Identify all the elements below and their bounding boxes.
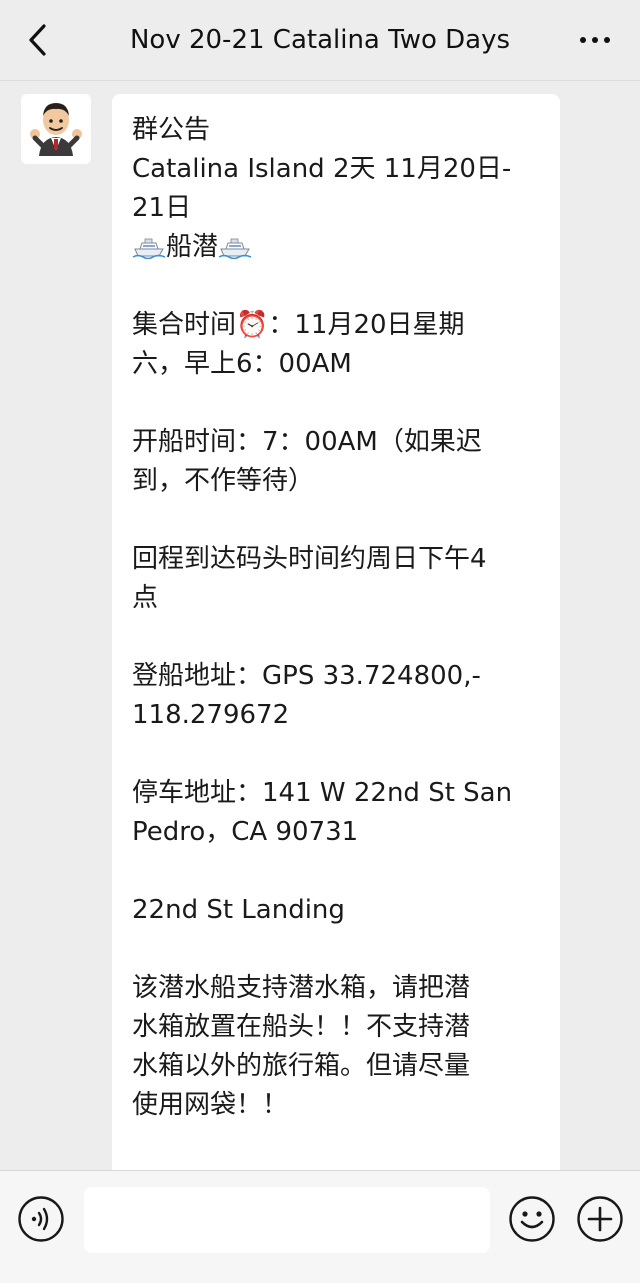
emoji-button[interactable] [508, 1195, 556, 1243]
ship-icon [218, 238, 252, 259]
smiley-icon [509, 1196, 555, 1242]
message-line: 21日 [132, 193, 192, 223]
message-line: 22nd St Landing [132, 895, 345, 925]
back-button[interactable] [18, 18, 58, 62]
message-line: 群公告 [132, 115, 211, 145]
message-line: 登船地址：GPS 33.724800,- [132, 661, 481, 691]
message-line: 回程到达码头时间约周日下午4 [132, 544, 487, 574]
message-line: Pedro，CA 90731 [132, 817, 359, 847]
voice-icon [18, 1196, 64, 1242]
boat-dive-label: 船潜 [166, 232, 219, 262]
announcement-message[interactable]: 群公告 Catalina Island 2天 11月20日- 21日 船潜 集合… [112, 94, 560, 1170]
message-line: 六，早上6：00AM [132, 349, 352, 379]
more-button[interactable] [570, 22, 620, 58]
message-line: 118.279672 [132, 700, 290, 730]
message-list[interactable]: 群公告 Catalina Island 2天 11月20日- 21日 船潜 集合… [0, 80, 640, 1170]
input-bar [0, 1170, 640, 1283]
chat-title: Nov 20-21 Catalina Two Days [129, 25, 511, 55]
message-line: 水箱以外的旅行箱。但请尽量 [132, 1051, 471, 1081]
message-input[interactable] [84, 1187, 490, 1253]
message-line: 该潜水船支持潜水箱，请把潜 [132, 973, 471, 1003]
chat-header: Nov 20-21 Catalina Two Days [0, 0, 640, 81]
ship-icon [132, 238, 166, 259]
message-line: 开船时间：7：00AM（如果迟 [132, 427, 482, 457]
message-line: 到，不作等待） [132, 466, 315, 496]
more-functions-button[interactable] [576, 1195, 624, 1243]
cartoon-man-avatar-icon [21, 94, 91, 164]
message-line: 点 [132, 583, 159, 613]
chevron-left-icon [29, 24, 46, 56]
message-line: Catalina Island 2天 11月20日- [132, 154, 512, 184]
voice-button[interactable] [17, 1195, 65, 1243]
message-line: 水箱放置在船头！！不支持潜 [132, 1012, 471, 1042]
more-dots-icon [580, 37, 586, 43]
message-line-boat: 船潜 [132, 228, 540, 267]
message-line: 使用网袋！！ [132, 1090, 289, 1120]
message-line: 集合时间⏰：11月20日星期 [132, 310, 465, 340]
plus-circle-icon [577, 1196, 623, 1242]
avatar[interactable] [21, 94, 91, 164]
message-line: 停车地址：141 W 22nd St San [132, 778, 513, 808]
